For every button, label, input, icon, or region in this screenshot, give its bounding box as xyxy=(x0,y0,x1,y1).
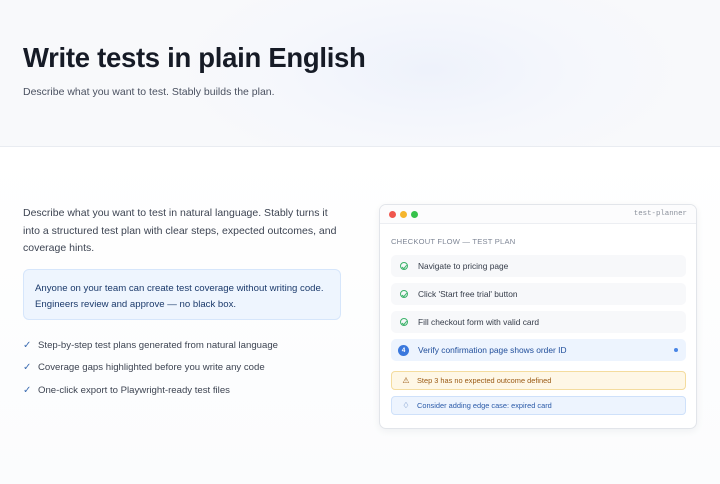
check-circle-icon xyxy=(400,318,408,326)
intro-paragraph: Describe what you want to test in natura… xyxy=(23,207,337,254)
test-planner-window: test-planner CHECKOUT FLOW — TEST PLAN N… xyxy=(379,204,697,429)
page-subtitle: Describe what you want to test. Stably b… xyxy=(23,86,275,98)
step-number-badge: 4 xyxy=(398,344,409,356)
warning-text: Step 3 has no expected outcome defined xyxy=(417,376,552,385)
feature-label: Coverage gaps highlighted before you wri… xyxy=(38,362,265,374)
step-label: Verify confirmation page shows order ID xyxy=(418,345,567,355)
check-circle-icon xyxy=(400,290,408,298)
step-label: Fill checkout form with valid card xyxy=(418,317,540,327)
callout-text: Anyone on your team can create test cove… xyxy=(35,283,324,310)
tip-text: Consider adding edge case: expired card xyxy=(417,401,552,410)
test-step-2[interactable]: Click 'Start free trial' button xyxy=(391,283,686,305)
feature-list: ✓ Step-by-step test plans generated from… xyxy=(23,334,278,402)
feature-section: Describe what you want to test in natura… xyxy=(0,148,720,484)
minimize-dot-icon[interactable] xyxy=(400,211,407,218)
check-icon: ✓ xyxy=(23,384,32,396)
close-dot-icon[interactable] xyxy=(389,211,396,218)
warning-alert: ⚠ Step 3 has no expected outcome defined xyxy=(391,371,686,390)
callout-box: Anyone on your team can create test cove… xyxy=(23,269,341,320)
check-icon: ✓ xyxy=(23,362,32,374)
page-title: Write tests in plain English xyxy=(23,42,366,73)
feature-label: Step-by-step test plans generated from n… xyxy=(38,339,278,351)
test-step-4[interactable]: 4 Verify confirmation page shows order I… xyxy=(391,339,686,361)
feature-item: ✓ Step-by-step test plans generated from… xyxy=(23,334,278,357)
check-circle-icon xyxy=(400,262,408,270)
warning-icon: ⚠ xyxy=(402,376,410,385)
feature-item: ✓ Coverage gaps highlighted before you w… xyxy=(23,357,278,380)
window-titlebar: test-planner xyxy=(380,205,696,224)
feature-label: One-click export to Playwright-ready tes… xyxy=(38,384,230,396)
lightbulb-icon: ♢ xyxy=(402,401,410,410)
hero-section: Write tests in plain English Describe wh… xyxy=(0,0,720,147)
maximize-dot-icon[interactable] xyxy=(411,211,418,218)
tip-alert[interactable]: ♢ Consider adding edge case: expired car… xyxy=(391,396,686,415)
test-plan-title: CHECKOUT FLOW — TEST PLAN xyxy=(391,237,516,246)
test-step-3[interactable]: Fill checkout form with valid card xyxy=(391,311,686,333)
active-indicator-icon xyxy=(674,348,678,352)
test-step-1[interactable]: Navigate to pricing page xyxy=(391,255,686,277)
step-label: Click 'Start free trial' button xyxy=(418,289,518,299)
step-label: Navigate to pricing page xyxy=(418,261,509,271)
check-icon: ✓ xyxy=(23,339,32,351)
feature-item: ✓ One-click export to Playwright-ready t… xyxy=(23,379,278,402)
window-title: test-planner xyxy=(633,210,687,218)
